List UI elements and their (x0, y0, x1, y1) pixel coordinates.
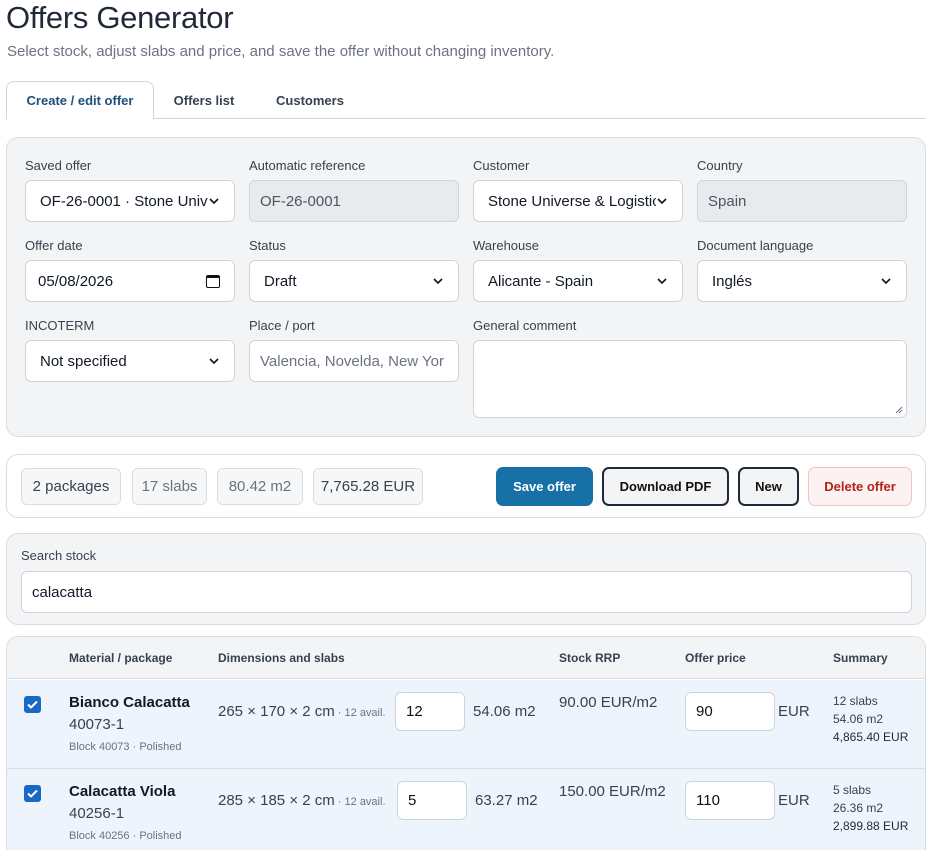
row-area: 54.06 m2 (473, 703, 536, 720)
summary-slabs: 5 slabs (833, 783, 872, 797)
column-summary: Summary (833, 651, 888, 665)
dimensions: 285 × 185 × 2 cm · 12 avail. (218, 792, 386, 809)
chevron-down-icon (656, 275, 668, 287)
offer-date-label: Offer date (25, 238, 83, 253)
summary-area: 26.36 m2 (833, 801, 884, 815)
offer-price-input[interactable]: 110 (685, 781, 775, 820)
chevron-down-icon (208, 195, 220, 207)
row-summary: 12 slabs 54.06 m2 4,865.40 EUR (833, 692, 908, 746)
saved-offer-select[interactable]: OF-26-0001 · Stone Universe & Logistics (25, 180, 235, 222)
checkmark-icon (27, 700, 38, 709)
general-comment-textarea[interactable] (473, 340, 907, 418)
material-name: Calacatta Viola (69, 783, 176, 800)
automatic-reference-field: OF-26-0001 (249, 180, 459, 222)
chevron-down-icon (656, 195, 668, 207)
table-header: Material / package Dimensions and slabs … (7, 637, 925, 679)
resize-handle-icon[interactable] (895, 406, 903, 414)
column-stock-rrp: Stock RRP (559, 651, 621, 665)
package-meta: Block 40073 · Polished (69, 741, 182, 753)
automatic-reference-label: Automatic reference (249, 158, 366, 173)
slabs-quantity-input[interactable]: 12 (395, 692, 465, 731)
area-total-chip: 80.42 m2 (217, 468, 303, 505)
dimensions: 265 × 170 × 2 cm · 12 avail. (218, 703, 386, 720)
offer-date-input[interactable]: 05/08/2026 (25, 260, 235, 302)
package-meta: Block 40256 · Polished (69, 830, 182, 842)
warehouse-select[interactable]: Alicante - Spain (473, 260, 683, 302)
slabs-quantity-input[interactable]: 5 (397, 781, 467, 820)
chevron-down-icon (432, 275, 444, 287)
save-offer-button[interactable]: Save offer (496, 467, 593, 506)
material-name: Bianco Calacatta (69, 694, 190, 711)
price-currency: EUR (778, 792, 810, 809)
place-port-label: Place / port (249, 318, 315, 333)
incoterm-select[interactable]: Not specified (25, 340, 235, 382)
stock-rrp: 150.00 EUR/m2 (559, 783, 666, 800)
package-code: 40256-1 (69, 805, 125, 822)
status-select[interactable]: Draft (249, 260, 459, 302)
row-checkbox[interactable] (24, 785, 41, 802)
summary-area: 54.06 m2 (833, 712, 884, 726)
slabs-count-chip: 17 slabs (132, 468, 207, 505)
checkmark-icon (27, 789, 38, 798)
tab-bar: Create / edit offer Offers list Customer… (6, 81, 926, 120)
general-comment-label: General comment (473, 318, 577, 333)
table-row: Bianco Calacatta 40073-1 Block 40073 · P… (7, 680, 925, 769)
column-dimensions-slabs: Dimensions and slabs (218, 651, 345, 665)
download-pdf-button[interactable]: Download PDF (602, 467, 729, 506)
status-label: Status (249, 238, 286, 253)
new-offer-button[interactable]: New (738, 467, 799, 506)
warehouse-label: Warehouse (473, 238, 539, 253)
stock-table: Material / package Dimensions and slabs … (6, 636, 926, 850)
search-stock-label: Search stock (21, 548, 97, 563)
stock-search-panel: Search stock calacatta (6, 533, 926, 625)
row-checkbox[interactable] (24, 696, 41, 713)
place-port-input[interactable]: Valencia, Novelda, New York... (249, 340, 459, 382)
chevron-down-icon (208, 355, 220, 367)
document-language-label: Document language (697, 238, 814, 253)
row-area: 63.27 m2 (475, 792, 538, 809)
available-slabs: · 12 avail. (334, 707, 386, 719)
tab-customers[interactable]: Customers (258, 81, 362, 119)
saved-offer-label: Saved offer (25, 158, 92, 173)
available-slabs: · 12 avail. (334, 796, 386, 808)
summary-total: 2,899.88 EUR (833, 819, 909, 833)
column-offer-price: Offer price (685, 651, 746, 665)
tab-offers-list[interactable]: Offers list (156, 81, 252, 119)
stock-rrp: 90.00 EUR/m2 (559, 694, 658, 711)
column-material-package: Material / package (69, 651, 173, 665)
package-code: 40073-1 (69, 716, 125, 733)
table-row: Calacatta Viola 40256-1 Block 40256 · Po… (7, 769, 925, 850)
customer-label: Customer (473, 158, 530, 173)
price-currency: EUR (778, 703, 810, 720)
packages-count-chip: 2 packages (21, 468, 121, 505)
customer-select[interactable]: Stone Universe & Logistics (473, 180, 683, 222)
page-title: Offers Generator (6, 0, 234, 35)
document-language-select[interactable]: Inglés (697, 260, 907, 302)
calendar-icon[interactable] (206, 274, 220, 288)
country-label: Country (697, 158, 743, 173)
price-total-chip: 7,765.28 EUR (313, 468, 423, 505)
summary-total: 4,865.40 EUR (833, 730, 909, 744)
country-field: Spain (697, 180, 907, 222)
chevron-down-icon (880, 275, 892, 287)
tab-create-edit-offer[interactable]: Create / edit offer (6, 81, 154, 120)
incoterm-label: INCOTERM (25, 318, 95, 333)
summary-slabs: 12 slabs (833, 694, 878, 708)
offer-price-input[interactable]: 90 (685, 692, 775, 731)
page-subtitle: Select stock, adjust slabs and price, an… (7, 43, 555, 60)
search-stock-input[interactable]: calacatta (21, 571, 912, 613)
offer-form-panel: Saved offer OF-26-0001 · Stone Universe … (6, 137, 926, 437)
offer-summary-bar: 2 packages 17 slabs 80.42 m2 7,765.28 EU… (6, 454, 926, 518)
delete-offer-button[interactable]: Delete offer (808, 467, 912, 506)
row-summary: 5 slabs 26.36 m2 2,899.88 EUR (833, 781, 908, 835)
